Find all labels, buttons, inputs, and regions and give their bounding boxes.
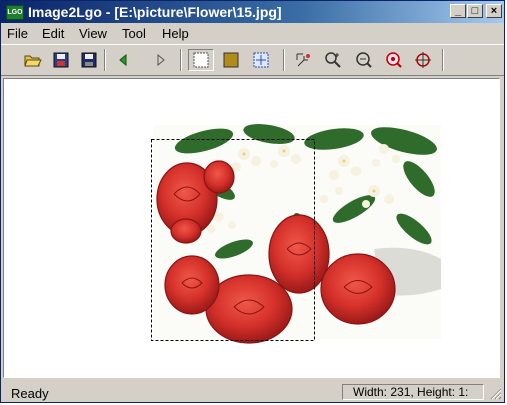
menu-help[interactable]: Help	[162, 26, 189, 41]
zoom-actual-button[interactable]	[382, 49, 406, 71]
toolbar-separator	[442, 49, 444, 71]
previous-button[interactable]	[111, 49, 135, 71]
save-logo-icon	[53, 52, 69, 68]
open-icon	[24, 55, 42, 67]
app-window: LGO Image2Lgo - [E:\picture\Flower\15.jp…	[0, 0, 505, 403]
toolbar-separator	[180, 49, 182, 71]
fill-rect-icon	[223, 52, 239, 68]
menu-bar: File Edit View Tool Help	[1, 23, 504, 43]
zoom-out-icon	[356, 52, 372, 68]
center-select-button[interactable]	[249, 49, 273, 71]
zoom-in-icon	[325, 52, 341, 68]
menu-tool[interactable]: Tool	[122, 26, 146, 41]
center-select-icon	[253, 52, 269, 68]
zoom-in-button[interactable]	[321, 49, 345, 71]
crosshair-zoom-button[interactable]	[411, 49, 435, 71]
open-button[interactable]	[21, 49, 45, 71]
menu-edit[interactable]: Edit	[42, 26, 64, 41]
next-button[interactable]	[149, 49, 173, 71]
resize-grip-icon[interactable]	[488, 386, 502, 400]
status-bar: Ready Width: 231, Height: 1:	[1, 382, 504, 402]
previous-icon	[119, 53, 127, 67]
window-title: Image2Lgo - [E:\picture\Flower\15.jpg]	[28, 4, 282, 20]
toolbar-separator	[104, 49, 106, 71]
title-bar[interactable]: LGO Image2Lgo - [E:\picture\Flower\15.jp…	[1, 1, 504, 23]
menu-file[interactable]: File	[7, 26, 28, 41]
flower-photo	[151, 124, 441, 344]
zoom-actual-icon	[386, 52, 402, 68]
select-rect-icon	[193, 52, 209, 68]
toolbar	[1, 44, 504, 76]
save-icon	[81, 52, 97, 68]
crosshair-zoom-icon	[415, 52, 431, 68]
toolbar-separator	[283, 49, 285, 71]
save-button[interactable]	[77, 49, 101, 71]
image-canvas[interactable]	[3, 78, 500, 378]
fit-window-icon	[296, 53, 310, 67]
fit-window-button[interactable]	[292, 49, 316, 71]
status-ready: Ready	[11, 386, 49, 401]
save-logo-button[interactable]	[49, 49, 73, 71]
minimize-button[interactable]: _	[450, 4, 466, 18]
status-dimensions: Width: 231, Height: 1:	[342, 384, 484, 400]
select-rect-button[interactable]	[188, 49, 214, 71]
zoom-out-button[interactable]	[352, 49, 376, 71]
app-logo-icon: LGO	[6, 5, 24, 20]
menu-view[interactable]: View	[79, 26, 107, 41]
fill-rect-button[interactable]	[219, 49, 243, 71]
next-icon	[157, 53, 165, 67]
maximize-button[interactable]: □	[467, 4, 483, 18]
close-button[interactable]: ×	[486, 4, 502, 18]
